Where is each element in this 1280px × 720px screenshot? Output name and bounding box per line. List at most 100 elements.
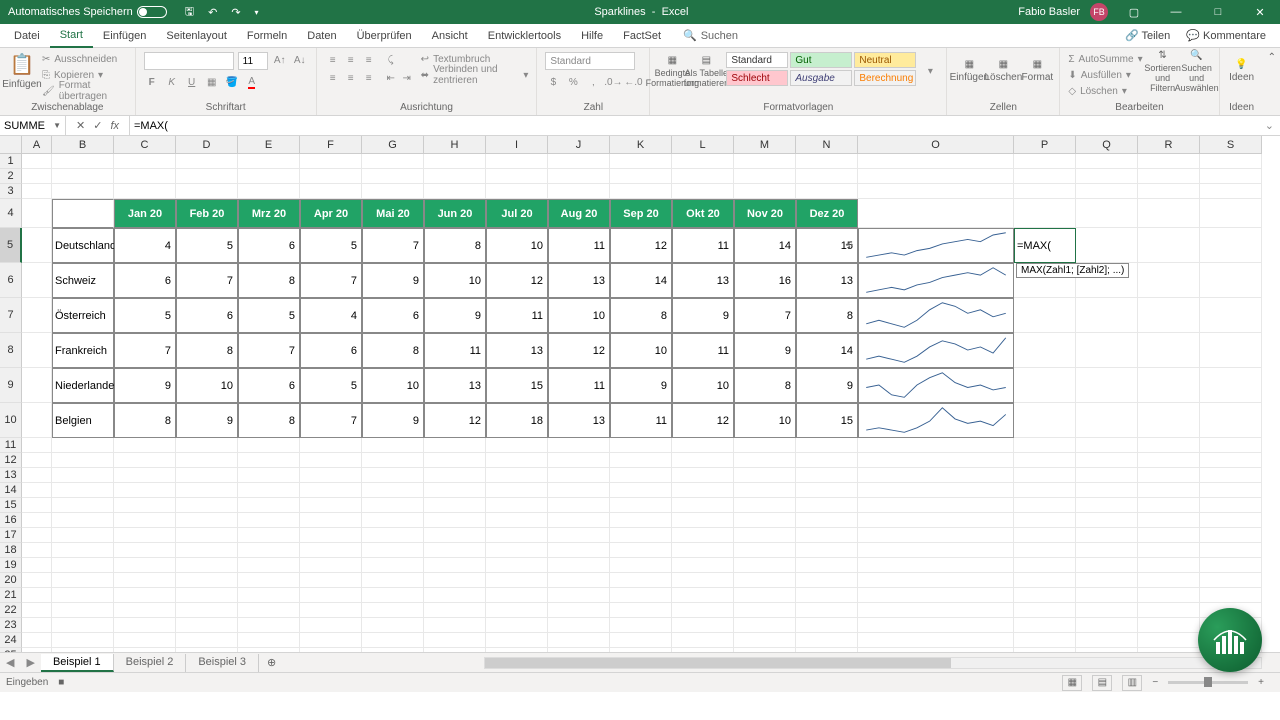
- row-header-15[interactable]: 15: [0, 498, 22, 513]
- cancel-formula-icon[interactable]: ✕: [76, 119, 85, 132]
- cell-Q19[interactable]: [1076, 558, 1138, 573]
- cell-M16[interactable]: [734, 513, 796, 528]
- cell-L11[interactable]: [672, 438, 734, 453]
- row-header-4[interactable]: 4: [0, 199, 22, 228]
- cell-H9[interactable]: 13: [424, 368, 486, 403]
- cell-B21[interactable]: [52, 588, 114, 603]
- cell-L19[interactable]: [672, 558, 734, 573]
- cell-K11[interactable]: [610, 438, 672, 453]
- cell-P11[interactable]: [1014, 438, 1076, 453]
- cell-N1[interactable]: [796, 154, 858, 169]
- cell-R6[interactable]: [1138, 263, 1200, 298]
- cell-N12[interactable]: [796, 453, 858, 468]
- cell-E18[interactable]: [238, 543, 300, 558]
- cell-H21[interactable]: [424, 588, 486, 603]
- cell-L10[interactable]: 12: [672, 403, 734, 438]
- row-header-18[interactable]: 18: [0, 543, 22, 558]
- cell-F24[interactable]: [300, 633, 362, 648]
- cell-M2[interactable]: [734, 169, 796, 184]
- cell-B2[interactable]: [52, 169, 114, 184]
- close-icon[interactable]: ✕: [1244, 0, 1276, 24]
- cell-N18[interactable]: [796, 543, 858, 558]
- align-right-icon[interactable]: ≡: [361, 70, 377, 86]
- cell-J4[interactable]: Aug 20: [548, 199, 610, 228]
- row-header-12[interactable]: 12: [0, 453, 22, 468]
- cell-H12[interactable]: [424, 453, 486, 468]
- cell-H19[interactable]: [424, 558, 486, 573]
- cell-style-standard[interactable]: Standard: [726, 52, 788, 68]
- cell-O15[interactable]: [858, 498, 1014, 513]
- cell-R16[interactable]: [1138, 513, 1200, 528]
- cell-N3[interactable]: [796, 184, 858, 199]
- cell-C12[interactable]: [114, 453, 176, 468]
- cell-R2[interactable]: [1138, 169, 1200, 184]
- cell-G14[interactable]: [362, 483, 424, 498]
- cell-G23[interactable]: [362, 618, 424, 633]
- cell-M21[interactable]: [734, 588, 796, 603]
- row-header-14[interactable]: 14: [0, 483, 22, 498]
- cell-I8[interactable]: 13: [486, 333, 548, 368]
- macro-record-icon[interactable]: ■: [58, 677, 64, 688]
- cell-B14[interactable]: [52, 483, 114, 498]
- cell-K18[interactable]: [610, 543, 672, 558]
- row-header-20[interactable]: 20: [0, 573, 22, 588]
- cell-H16[interactable]: [424, 513, 486, 528]
- percent-icon[interactable]: %: [565, 74, 581, 90]
- cell-E17[interactable]: [238, 528, 300, 543]
- cell-R17[interactable]: [1138, 528, 1200, 543]
- cell-D24[interactable]: [176, 633, 238, 648]
- cell-S21[interactable]: [1200, 588, 1262, 603]
- cell-S7[interactable]: [1200, 298, 1262, 333]
- cell-N14[interactable]: [796, 483, 858, 498]
- cell-H17[interactable]: [424, 528, 486, 543]
- find-select-button[interactable]: 🔍Suchen und Auswählen: [1183, 52, 1211, 90]
- cell-O8[interactable]: [858, 333, 1014, 368]
- cell-A5[interactable]: [22, 228, 52, 263]
- cell-O1[interactable]: [858, 154, 1014, 169]
- cell-H4[interactable]: Jun 20: [424, 199, 486, 228]
- enter-formula-icon[interactable]: ✓: [93, 119, 102, 132]
- cell-F23[interactable]: [300, 618, 362, 633]
- cell-Q4[interactable]: [1076, 199, 1138, 228]
- cell-S8[interactable]: [1200, 333, 1262, 368]
- cell-R23[interactable]: [1138, 618, 1200, 633]
- increase-decimal-icon[interactable]: .0→: [605, 74, 621, 90]
- autosave-toggle[interactable]: [137, 6, 167, 18]
- cell-L25[interactable]: [672, 648, 734, 652]
- cell-N20[interactable]: [796, 573, 858, 588]
- font-size-select[interactable]: [238, 52, 268, 70]
- cell-D11[interactable]: [176, 438, 238, 453]
- cell-S6[interactable]: [1200, 263, 1262, 298]
- sheet-tab-0[interactable]: Beispiel 1: [41, 654, 114, 672]
- cell-D1[interactable]: [176, 154, 238, 169]
- cell-P14[interactable]: [1014, 483, 1076, 498]
- cell-L1[interactable]: [672, 154, 734, 169]
- cell-style-gut[interactable]: Gut: [790, 52, 852, 68]
- cell-style-neutral[interactable]: Neutral: [854, 52, 916, 68]
- cell-J15[interactable]: [548, 498, 610, 513]
- cell-S5[interactable]: [1200, 228, 1262, 263]
- cell-P1[interactable]: [1014, 154, 1076, 169]
- row-header-3[interactable]: 3: [0, 184, 22, 199]
- cell-A11[interactable]: [22, 438, 52, 453]
- cell-D4[interactable]: Feb 20: [176, 199, 238, 228]
- cell-F4[interactable]: Apr 20: [300, 199, 362, 228]
- cell-J3[interactable]: [548, 184, 610, 199]
- decrease-decimal-icon[interactable]: ←.0: [625, 74, 641, 90]
- cell-H5[interactable]: 8: [424, 228, 486, 263]
- autosave-toggle-group[interactable]: Automatisches Speichern: [0, 6, 175, 18]
- cell-I9[interactable]: 15: [486, 368, 548, 403]
- cell-E13[interactable]: [238, 468, 300, 483]
- cell-H10[interactable]: 12: [424, 403, 486, 438]
- cell-B3[interactable]: [52, 184, 114, 199]
- cell-B5[interactable]: Deutschland: [52, 228, 114, 263]
- cell-M5[interactable]: 14: [734, 228, 796, 263]
- cell-H23[interactable]: [424, 618, 486, 633]
- cell-G6[interactable]: 9: [362, 263, 424, 298]
- cell-M9[interactable]: 8: [734, 368, 796, 403]
- cell-C19[interactable]: [114, 558, 176, 573]
- cell-R14[interactable]: [1138, 483, 1200, 498]
- redo-icon[interactable]: ↷: [231, 6, 240, 19]
- cell-K21[interactable]: [610, 588, 672, 603]
- cell-P19[interactable]: [1014, 558, 1076, 573]
